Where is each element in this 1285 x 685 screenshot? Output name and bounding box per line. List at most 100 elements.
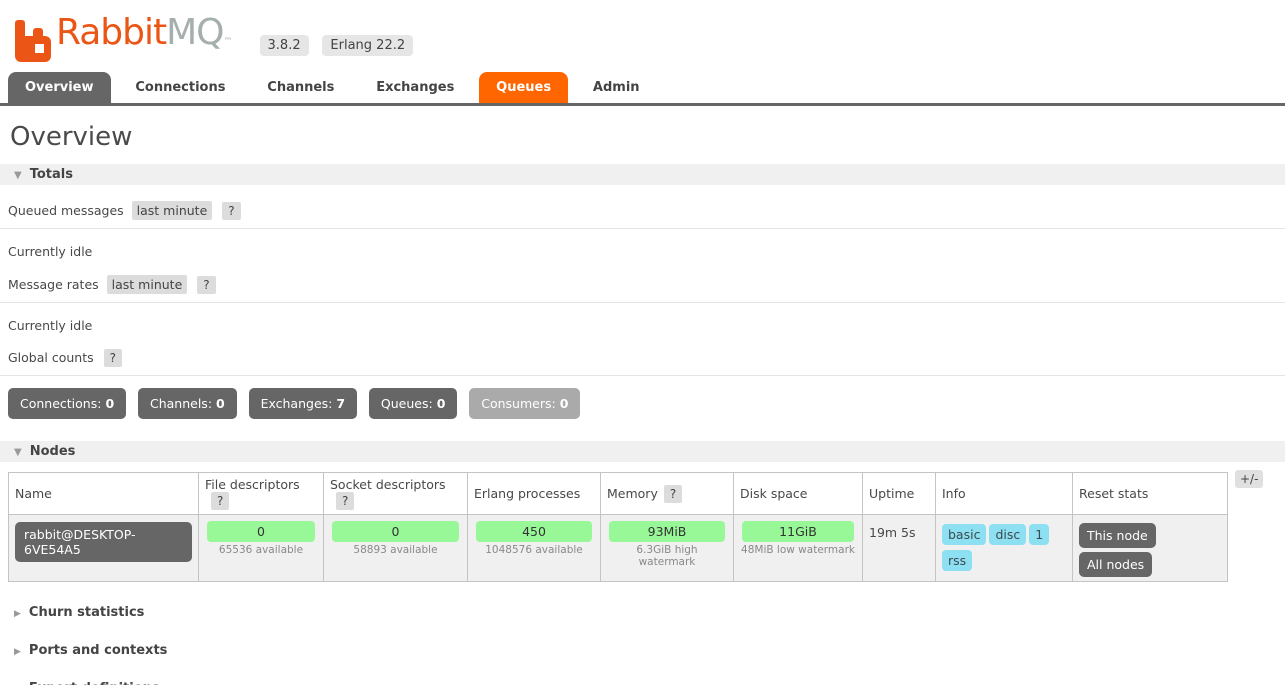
main-tabbar: Overview Connections Channels Exchanges … <box>0 72 1285 106</box>
ports-and-contexts-label: Ports and contexts <box>29 643 167 658</box>
totals-section-label: Totals <box>30 167 73 182</box>
nodes-section-header[interactable]: ▼Nodes <box>0 441 1285 462</box>
col-disk-space-label: Disk space <box>740 486 808 501</box>
page-title: Overview <box>0 122 1285 152</box>
consumers-count-value: 0 <box>560 396 569 411</box>
expand-triangle-icon: ▶ <box>14 609 21 619</box>
col-uptime-label: Uptime <box>869 486 914 501</box>
uptime-cell: 19m 5s <box>863 515 936 582</box>
socket-descriptors-available: 58893 available <box>330 543 461 558</box>
node-row: rabbit@DESKTOP-6VE54A5 0 65536 available… <box>9 515 1228 582</box>
file-descriptors-cell: 0 65536 available <box>199 515 324 582</box>
memory-help-icon[interactable]: ? <box>664 485 682 503</box>
churn-statistics-section[interactable]: ▶ Churn statistics <box>14 605 1285 620</box>
queued-messages-label: Queued messages <box>8 203 124 218</box>
disk-space-cell: 11GiB 48MiB low watermark <box>734 515 863 582</box>
exchanges-count-label: Exchanges: <box>261 396 333 411</box>
logo-text-rabbit: Rabbit <box>56 12 166 53</box>
erlang-processes-available: 1048576 available <box>474 543 594 558</box>
col-reset-stats: Reset stats <box>1073 473 1228 515</box>
logo-text-mq: MQ <box>166 12 223 53</box>
col-file-descriptors: File descriptors? <box>199 473 324 515</box>
queues-count-label: Queues: <box>381 396 433 411</box>
info-badge-disc[interactable]: disc <box>989 524 1026 545</box>
ports-and-contexts-section[interactable]: ▶ Ports and contexts <box>14 643 1285 658</box>
version-badge: 3.8.2 <box>260 35 309 56</box>
message-rates-help-icon[interactable]: ? <box>197 276 215 294</box>
column-options-container: +/- <box>1235 472 1285 486</box>
col-reset-stats-label: Reset stats <box>1079 486 1148 501</box>
erlang-processes-cell: 450 1048576 available <box>468 515 601 582</box>
disk-space-watermark: 48MiB low watermark <box>740 543 856 558</box>
col-socket-descriptors-label: Socket descriptors <box>330 477 446 492</box>
node-name-cell: rabbit@DESKTOP-6VE54A5 <box>9 515 199 582</box>
file-descriptors-available: 65536 available <box>205 543 317 558</box>
global-count-buttons: Connections: 0 Channels: 0 Exchanges:7 Que… <box>8 388 1285 419</box>
export-definitions-label: Export definitions <box>29 681 160 685</box>
exchanges-count-button[interactable]: Exchanges:7 <box>249 388 358 419</box>
logo-trademark: ™ <box>224 37 232 47</box>
tab-overview[interactable]: Overview <box>8 72 111 103</box>
channels-count-button[interactable]: Channels: 0 <box>138 388 237 419</box>
tab-admin[interactable]: Admin <box>576 72 657 103</box>
col-socket-descriptors: Socket descriptors? <box>324 473 468 515</box>
col-memory: Memory? <box>601 473 734 515</box>
col-disk-space: Disk space <box>734 473 863 515</box>
churn-statistics-label: Churn statistics <box>29 605 145 620</box>
queues-count-button[interactable]: Queues: 0 <box>369 388 458 419</box>
connections-count-value: 0 <box>105 396 114 411</box>
global-counts-help-icon[interactable]: ? <box>104 349 122 367</box>
channels-count-label: Channels: <box>150 396 212 411</box>
tab-exchanges[interactable]: Exchanges <box>359 72 471 103</box>
socket-descriptors-bar: 0 <box>332 521 459 542</box>
reset-this-node-button[interactable]: This node <box>1079 523 1156 548</box>
col-file-descriptors-label: File descriptors <box>205 477 300 492</box>
message-rates-mode-badge[interactable]: last minute <box>107 275 188 294</box>
expand-triangle-icon: ▶ <box>14 647 21 657</box>
consumers-count-button: Consumers: 0 <box>469 388 580 419</box>
socket-descriptors-help-icon[interactable]: ? <box>336 492 354 510</box>
col-name: Name <box>9 473 199 515</box>
add-remove-columns-button[interactable]: +/- <box>1235 470 1263 488</box>
socket-descriptors-cell: 0 58893 available <box>324 515 468 582</box>
col-info: Info <box>936 473 1073 515</box>
info-badge-basic[interactable]: basic <box>942 524 986 545</box>
tab-connections[interactable]: Connections <box>118 72 242 103</box>
connections-count-button[interactable]: Connections: 0 <box>8 388 126 419</box>
channels-count-value: 0 <box>216 396 225 411</box>
main-content: Overview ▼Totals Queued messages last mi… <box>0 106 1285 685</box>
connections-count-label: Connections: <box>20 396 101 411</box>
info-badge-stats[interactable]: 1 <box>1029 524 1049 545</box>
nodes-header-row: Name File descriptors? Socket descriptor… <box>9 473 1228 515</box>
message-rates-heading: Message rates last minute ? <box>0 275 1285 303</box>
erlang-processes-bar: 450 <box>476 521 592 542</box>
file-descriptors-help-icon[interactable]: ? <box>211 492 229 510</box>
rabbitmq-logo-icon <box>14 20 52 62</box>
col-name-label: Name <box>15 486 52 501</box>
col-erlang-processes: Erlang processes <box>468 473 601 515</box>
info-badge-rss[interactable]: rss <box>942 550 972 571</box>
totals-section-header[interactable]: ▼Totals <box>0 164 1285 185</box>
disk-space-bar: 11GiB <box>742 521 854 542</box>
export-definitions-section[interactable]: ▶Export definitions <box>14 681 1285 685</box>
app-header: RabbitMQ™ 3.8.2 Erlang 22.2 <box>0 0 1285 62</box>
col-info-label: Info <box>942 486 966 501</box>
nodes-table-container: Name File descriptors? Socket descriptor… <box>8 472 1277 582</box>
info-cell: basicdisc1 rss <box>936 515 1073 582</box>
file-descriptors-bar: 0 <box>207 521 315 542</box>
collapse-triangle-icon: ▼ <box>14 447 22 458</box>
consumers-count-label: Consumers: <box>481 396 555 411</box>
queues-count-value: 0 <box>437 396 446 411</box>
col-erlang-processes-label: Erlang processes <box>474 486 580 501</box>
rabbitmq-logo[interactable]: RabbitMQ™ <box>14 13 232 62</box>
exchanges-count-value: 7 <box>336 396 345 411</box>
tab-queues[interactable]: Queues <box>479 72 568 103</box>
erlang-version-badge: Erlang 22.2 <box>322 35 413 56</box>
node-name-badge[interactable]: rabbit@DESKTOP-6VE54A5 <box>15 522 192 562</box>
queued-messages-help-icon[interactable]: ? <box>222 202 240 220</box>
col-uptime: Uptime <box>863 473 936 515</box>
logo-wordmark: RabbitMQ™ <box>56 13 232 62</box>
tab-channels[interactable]: Channels <box>250 72 351 103</box>
queued-messages-mode-badge[interactable]: last minute <box>132 201 213 220</box>
reset-all-nodes-button[interactable]: All nodes <box>1079 552 1152 577</box>
